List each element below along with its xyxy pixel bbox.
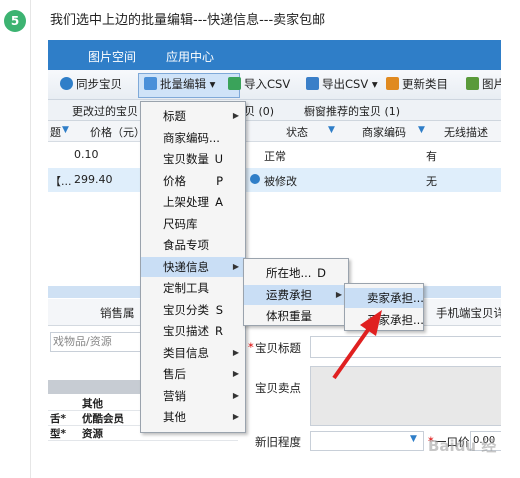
watermark: Baidu 经验 [428, 437, 497, 455]
step-number-badge: 5 [4, 10, 26, 32]
red-arrow-annotation [332, 310, 382, 380]
app-screenshot: 图片空间 应用中心 同步宝贝 批量编辑 ▾ 导入CSV 导出CSV ▾ 更新类目… [48, 40, 501, 455]
step-instruction-text: 我们选中上边的批量编辑---快递信息---卖家包邮 [50, 13, 326, 28]
step-column: 5 [0, 0, 31, 478]
